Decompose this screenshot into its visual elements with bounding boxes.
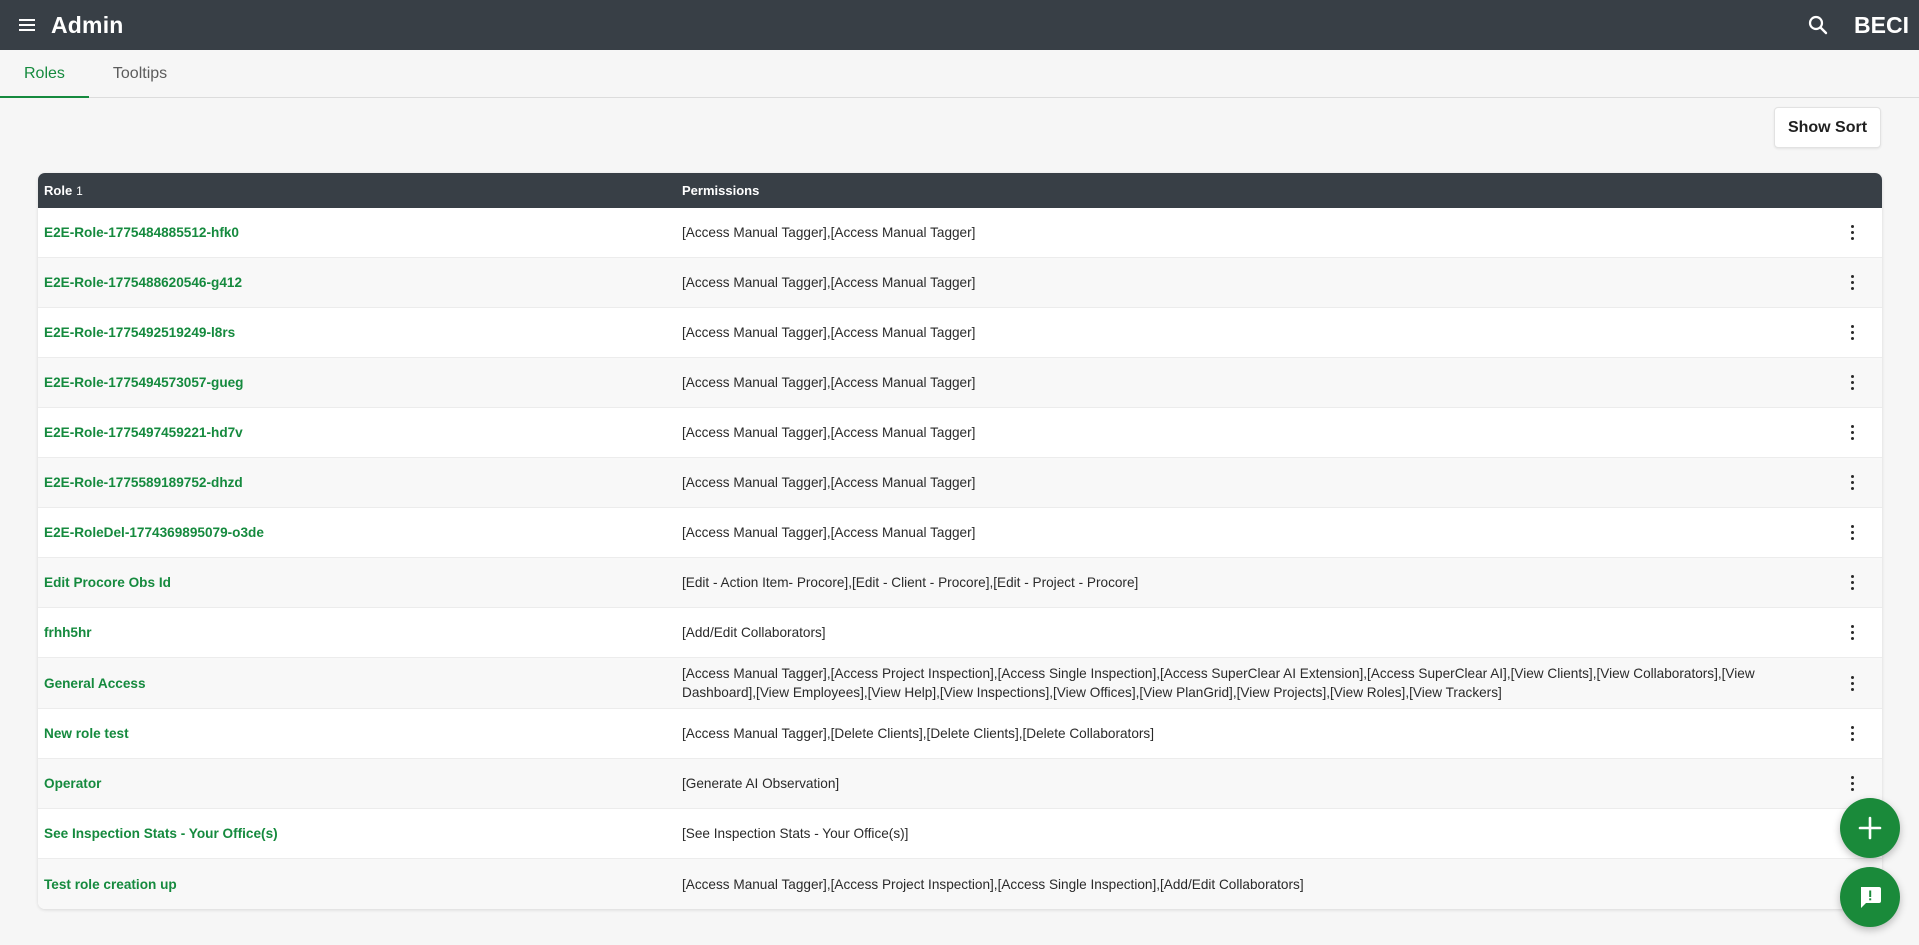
table-row: E2E-Role-1775488620546-g412 [Access Manu…	[38, 258, 1882, 308]
permissions-cell: [Access Manual Tagger],[Access Project I…	[682, 666, 1755, 700]
more-vertical-icon[interactable]	[1822, 225, 1882, 240]
table-header: Role 1 Permissions	[38, 173, 1882, 208]
tab-roles[interactable]: Roles	[0, 50, 89, 98]
app-bar: Admin BECI	[0, 0, 1919, 50]
permissions-cell: [Generate AI Observation]	[682, 776, 840, 791]
more-vertical-icon[interactable]	[1822, 275, 1882, 290]
table-row: General Access [Access Manual Tagger],[A…	[38, 658, 1882, 709]
more-vertical-icon[interactable]	[1822, 475, 1882, 490]
more-vertical-icon[interactable]	[1822, 525, 1882, 540]
role-name-link[interactable]: See Inspection Stats - Your Office(s)	[38, 826, 682, 841]
column-header-role-label: Role	[44, 183, 73, 198]
column-header-permissions[interactable]: Permissions	[682, 183, 1882, 198]
hamburger-menu-icon[interactable]	[15, 13, 39, 37]
table-row: E2E-RoleDel-1774369895079-o3de [Access M…	[38, 508, 1882, 558]
permissions-cell: [See Inspection Stats - Your Office(s)]	[682, 826, 909, 841]
role-name-link[interactable]: E2E-Role-1775488620546-g412	[38, 275, 682, 290]
permissions-cell: [Access Manual Tagger],[Access Manual Ta…	[682, 525, 976, 540]
permissions-cell: [Access Manual Tagger],[Delete Clients],…	[682, 726, 1154, 741]
role-name-link[interactable]: New role test	[38, 726, 682, 741]
more-vertical-icon[interactable]	[1822, 575, 1882, 590]
feedback-chat-icon	[1861, 887, 1881, 908]
more-vertical-icon[interactable]	[1822, 776, 1882, 791]
role-name-link[interactable]: E2E-Role-1775589189752-dhzd	[38, 475, 682, 490]
role-name-link[interactable]: E2E-Role-1775494573057-gueg	[38, 375, 682, 390]
more-vertical-icon[interactable]	[1822, 375, 1882, 390]
role-name-link[interactable]: frhh5hr	[38, 625, 682, 640]
more-vertical-icon[interactable]	[1822, 425, 1882, 440]
permissions-cell: [Access Manual Tagger],[Access Manual Ta…	[682, 225, 976, 240]
permissions-cell: [Access Manual Tagger],[Access Manual Ta…	[682, 425, 976, 440]
permissions-cell: [Add/Edit Collaborators]	[682, 625, 826, 640]
table-row: New role test [Access Manual Tagger],[De…	[38, 709, 1882, 759]
plus-icon	[1858, 816, 1882, 840]
table-row: E2E-Role-1775497459221-hd7v [Access Manu…	[38, 408, 1882, 458]
roles-table: Role 1 Permissions E2E-Role-177548488551…	[38, 173, 1882, 909]
table-row: E2E-Role-1775484885512-hfk0 [Access Manu…	[38, 208, 1882, 258]
table-row: E2E-Role-1775492519249-l8rs [Access Manu…	[38, 308, 1882, 358]
role-name-link[interactable]: General Access	[38, 676, 682, 691]
role-name-link[interactable]: Operator	[38, 776, 682, 791]
column-header-role[interactable]: Role 1	[38, 183, 682, 198]
search-icon[interactable]	[1802, 9, 1834, 41]
more-vertical-icon[interactable]	[1822, 726, 1882, 741]
page-title: Admin	[51, 11, 124, 38]
role-name-link[interactable]: E2E-Role-1775484885512-hfk0	[38, 225, 682, 240]
permissions-cell: [Access Manual Tagger],[Access Project I…	[682, 876, 1304, 892]
show-sort-button[interactable]: Show Sort	[1774, 107, 1881, 148]
table-row: See Inspection Stats - Your Office(s) [S…	[38, 809, 1882, 859]
permissions-cell: [Access Manual Tagger],[Access Manual Ta…	[682, 475, 976, 490]
more-vertical-icon[interactable]	[1822, 675, 1882, 691]
feedback-button[interactable]	[1840, 867, 1900, 927]
permissions-cell: [Access Manual Tagger],[Access Manual Ta…	[682, 375, 976, 390]
permissions-cell: [Access Manual Tagger],[Access Manual Ta…	[682, 275, 976, 290]
table-body: E2E-Role-1775484885512-hfk0 [Access Manu…	[38, 208, 1882, 909]
tab-tooltips[interactable]: Tooltips	[89, 50, 191, 97]
tab-bar: Roles Tooltips	[0, 50, 1919, 98]
table-row: frhh5hr [Add/Edit Collaborators]	[38, 608, 1882, 658]
table-row: E2E-Role-1775494573057-gueg [Access Manu…	[38, 358, 1882, 408]
table-row: Test role creation up [Access Manual Tag…	[38, 859, 1882, 909]
role-name-link[interactable]: E2E-RoleDel-1774369895079-o3de	[38, 525, 682, 540]
role-name-link[interactable]: E2E-Role-1775497459221-hd7v	[38, 425, 682, 440]
role-name-link[interactable]: Edit Procore Obs Id	[38, 575, 682, 590]
add-role-button[interactable]	[1840, 798, 1900, 858]
more-vertical-icon[interactable]	[1822, 325, 1882, 340]
brand-logo[interactable]: BECI	[1854, 12, 1909, 39]
table-row: E2E-Role-1775589189752-dhzd [Access Manu…	[38, 458, 1882, 508]
table-row: Operator [Generate AI Observation]	[38, 759, 1882, 809]
permissions-cell: [Access Manual Tagger],[Access Manual Ta…	[682, 325, 976, 340]
permissions-cell: [Edit - Action Item- Procore],[Edit - Cl…	[682, 575, 1139, 590]
role-name-link[interactable]: Test role creation up	[38, 877, 682, 892]
more-vertical-icon[interactable]	[1822, 625, 1882, 640]
sort-index-badge: 1	[76, 183, 83, 198]
table-row: Edit Procore Obs Id [Edit - Action Item-…	[38, 558, 1882, 608]
role-name-link[interactable]: E2E-Role-1775492519249-l8rs	[38, 325, 682, 340]
